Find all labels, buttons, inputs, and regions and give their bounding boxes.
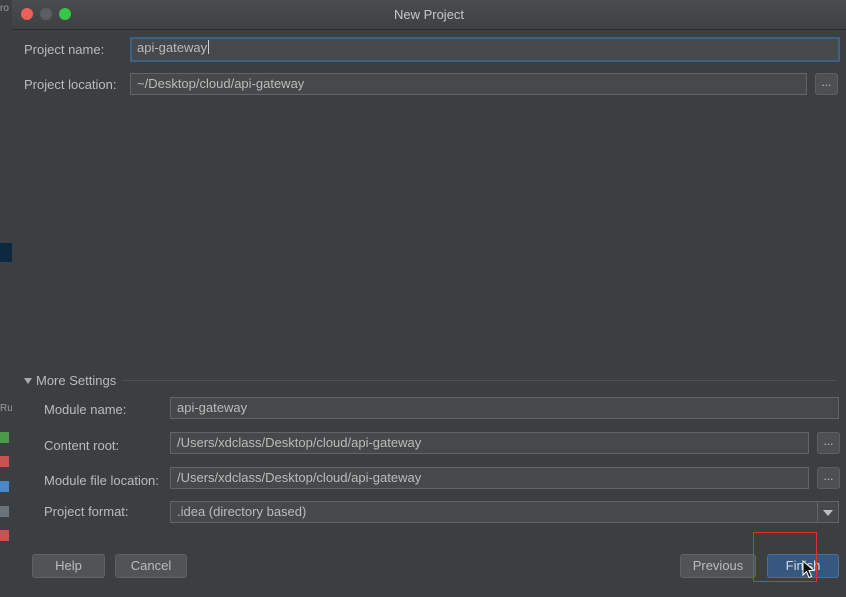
more-settings-label: More Settings: [36, 373, 117, 388]
title-bar: New Project: [12, 0, 846, 30]
background-text: ro: [0, 3, 9, 14]
content-root-input[interactable]: /Users/xdclass/Desktop/cloud/api-gateway: [170, 432, 809, 454]
project-format-label: Project format:: [44, 504, 129, 519]
run-icon: [0, 432, 9, 443]
layout-icon: [0, 506, 9, 517]
help-button[interactable]: Help: [32, 554, 105, 578]
project-name-input[interactable]: api-gateway: [130, 37, 840, 62]
module-name-input[interactable]: api-gateway: [170, 397, 839, 419]
text-caret: [208, 40, 210, 54]
pause-icon: [0, 481, 9, 492]
cancel-button[interactable]: Cancel: [115, 554, 187, 578]
collapse-triangle-icon: [24, 378, 32, 384]
window-title: New Project: [393, 7, 465, 22]
project-name-value: api-gateway: [137, 40, 208, 55]
exit-icon: [0, 530, 9, 541]
stop-icon: [0, 456, 9, 467]
more-settings-toggle[interactable]: More Settings: [24, 373, 116, 388]
mouse-cursor-icon: [802, 560, 816, 579]
module-file-location-label: Module file location:: [44, 473, 159, 488]
content-root-label: Content root:: [44, 438, 120, 453]
module-file-location-input[interactable]: /Users/xdclass/Desktop/cloud/api-gateway: [170, 467, 809, 489]
project-location-browse-button[interactable]: ...: [815, 73, 838, 95]
project-location-input[interactable]: ~/Desktop/cloud/api-gateway: [130, 73, 807, 95]
project-format-select[interactable]: .idea (directory based): [170, 501, 839, 523]
new-project-dialog: New Project Project name: api-gateway Pr…: [12, 0, 846, 597]
project-format-value: .idea (directory based): [177, 504, 307, 519]
content-root-browse-button[interactable]: ...: [817, 432, 840, 454]
previous-button[interactable]: Previous: [680, 554, 756, 578]
module-file-location-browse-button[interactable]: ...: [817, 467, 840, 489]
chevron-down-icon: [817, 502, 838, 522]
background-text: Ru: [0, 403, 13, 414]
background-selection: [0, 243, 12, 262]
project-location-label: Project location:: [24, 77, 117, 92]
module-name-label: Module name:: [44, 402, 127, 417]
more-settings-separator: [122, 380, 836, 381]
project-name-label: Project name:: [24, 42, 105, 57]
